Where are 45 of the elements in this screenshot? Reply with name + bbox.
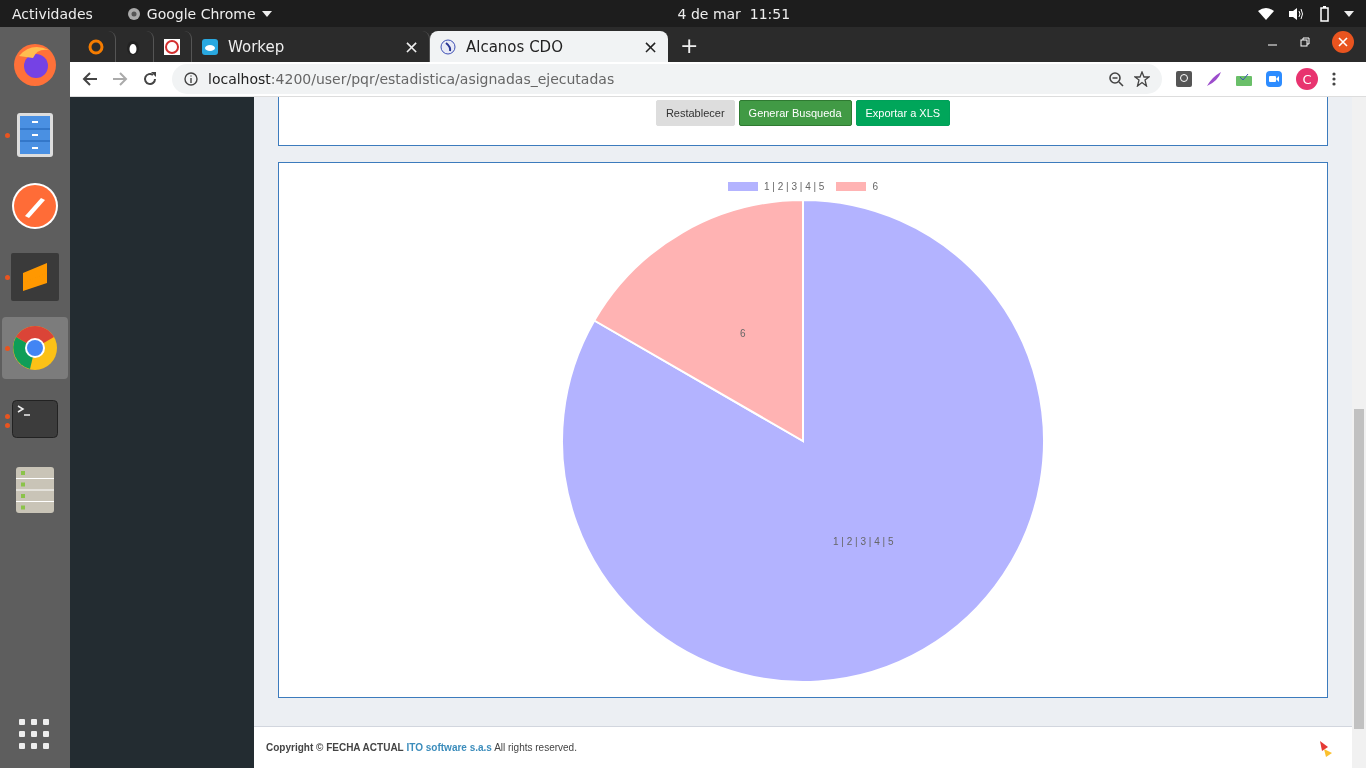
copyright-text: Copyright © FECHA ACTUAL ITO software s.a.s All rights reserved.	[266, 742, 577, 753]
close-icon[interactable]: ×	[642, 36, 658, 57]
terminal-icon[interactable]	[12, 400, 58, 438]
scrollbar-thumb[interactable]	[1354, 409, 1364, 729]
company-link[interactable]: ITO software s.a.s	[406, 742, 492, 753]
menu-icon[interactable]	[1332, 71, 1336, 87]
ring-icon	[88, 38, 104, 55]
star-icon[interactable]	[1134, 71, 1150, 87]
action-button[interactable]: Generar Busqueda	[738, 100, 852, 126]
reload-icon[interactable]	[142, 71, 158, 87]
profile-avatar[interactable]: C	[1296, 68, 1318, 90]
close-icon[interactable]: ×	[403, 36, 419, 57]
restore-icon[interactable]	[1300, 36, 1310, 47]
action-button[interactable]: Restablecer	[655, 100, 735, 126]
activities-button[interactable]: Actividades	[12, 5, 93, 22]
emblem-icon	[164, 38, 180, 55]
camera-icon[interactable]	[1266, 71, 1282, 87]
close-icon	[1338, 36, 1348, 47]
swirl-icon	[440, 38, 456, 55]
address-bar[interactable]: localhost:4200/user/pqr/estadistica/asignadas_ejecutadas	[172, 64, 1162, 94]
legend-label: 6	[872, 181, 878, 192]
penguin-icon	[126, 38, 140, 55]
new-tab-button[interactable]: +	[680, 33, 699, 58]
back-icon[interactable]	[82, 71, 98, 87]
caret-icon	[261, 10, 272, 17]
slice-label: 6	[739, 327, 746, 339]
tab-title: Alcanos CDO	[466, 37, 564, 56]
clock[interactable]: 4 de mar 11:51	[677, 5, 791, 22]
wifi-icon[interactable]	[1258, 7, 1274, 20]
app-menu[interactable]: Google Chrome	[126, 5, 272, 22]
tab-title: Workep	[228, 37, 286, 56]
slice-label: 1 | 2 | 3 | 4 | 5	[833, 536, 894, 548]
close-button[interactable]	[1332, 30, 1354, 53]
file-cabinet-icon[interactable]	[16, 112, 54, 158]
browser-tab[interactable]: Alcanos CDO ×	[430, 31, 668, 62]
feather-icon[interactable]	[1206, 71, 1222, 87]
zoom-out-icon[interactable]	[1108, 71, 1124, 87]
volume-icon[interactable]	[1288, 6, 1304, 21]
app-grid-icon[interactable]	[19, 719, 51, 751]
envelope-icon[interactable]	[1236, 71, 1252, 87]
caret-icon[interactable]	[1344, 10, 1354, 17]
info-icon	[184, 72, 198, 86]
cloud-icon	[202, 38, 218, 55]
legend-label: 1 | 2 | 3 | 4 | 5	[764, 181, 825, 192]
battery-icon[interactable]	[1318, 5, 1330, 22]
